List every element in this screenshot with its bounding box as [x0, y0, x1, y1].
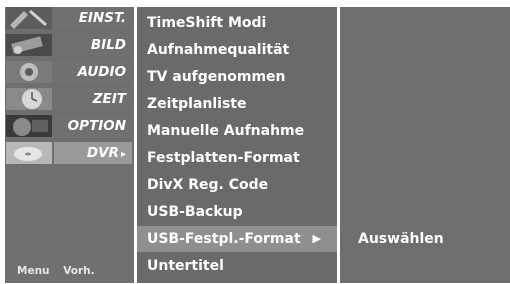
category-sidebar: EINST. BILD AUDIO ZEIT OPTION DVR ▸ Menu…	[5, 7, 134, 283]
tools-thumbnail-icon	[6, 7, 52, 29]
category-option[interactable]: OPTION	[5, 115, 134, 137]
dvr-menu-screen: EINST. BILD AUDIO ZEIT OPTION DVR ▸ Menu…	[0, 0, 510, 284]
menu-item-label: USB-Festpl.-Format	[147, 231, 301, 247]
menu-item-recording-quality[interactable]: Aufnahmequalität	[137, 37, 337, 63]
special-thumbnail-icon	[6, 115, 52, 137]
menu-item-subtitles[interactable]: Untertitel	[137, 253, 337, 279]
category-label: BILD	[54, 34, 132, 56]
option-panel: Auswählen	[340, 7, 510, 283]
category-label: AUDIO	[54, 61, 132, 83]
sidebar-footer-area: Menu Vorh.	[5, 167, 134, 283]
arrow-right-icon: ▸	[120, 149, 126, 160]
menu-item-manual-recording[interactable]: Manuelle Aufnahme	[137, 118, 337, 144]
category-zeit[interactable]: ZEIT	[5, 88, 134, 110]
menu-item-divx-reg-code[interactable]: DivX Reg. Code	[137, 172, 337, 198]
clock-thumbnail-icon	[6, 88, 52, 110]
category-dvr[interactable]: DVR ▸	[5, 142, 134, 164]
disc-thumbnail-icon	[6, 142, 52, 164]
speaker-thumbnail-icon	[6, 61, 52, 83]
film-reel-thumbnail-icon	[6, 34, 52, 56]
menu-item-usb-hdd-format[interactable]: USB-Festpl.-Format ▶	[137, 226, 337, 252]
select-option[interactable]: Auswählen	[340, 226, 510, 252]
menu-item-schedule-list[interactable]: Zeitplanliste	[137, 91, 337, 117]
category-label: EINST.	[54, 7, 132, 29]
category-einst[interactable]: EINST.	[5, 7, 134, 29]
play-arrow-icon: ▶	[312, 232, 321, 245]
menu-hint[interactable]: Menu	[17, 265, 50, 277]
category-label: ZEIT	[54, 88, 132, 110]
menu-item-timeshift[interactable]: TimeShift Modi	[137, 10, 337, 36]
menu-item-recorded-tv[interactable]: TV aufgenommen	[137, 64, 337, 90]
menu-item-usb-backup[interactable]: USB-Backup	[137, 199, 337, 225]
sidebar-footer: Menu Vorh.	[17, 265, 105, 277]
dvr-submenu: TimeShift Modi Aufnahmequalität TV aufge…	[137, 7, 337, 283]
category-label: OPTION	[54, 115, 132, 137]
menu-item-hdd-format[interactable]: Festplatten-Format	[137, 145, 337, 171]
category-bild[interactable]: BILD	[5, 34, 134, 56]
category-audio[interactable]: AUDIO	[5, 61, 134, 83]
category-label-active: DVR ▸	[54, 142, 132, 164]
back-hint[interactable]: Vorh.	[63, 265, 94, 277]
